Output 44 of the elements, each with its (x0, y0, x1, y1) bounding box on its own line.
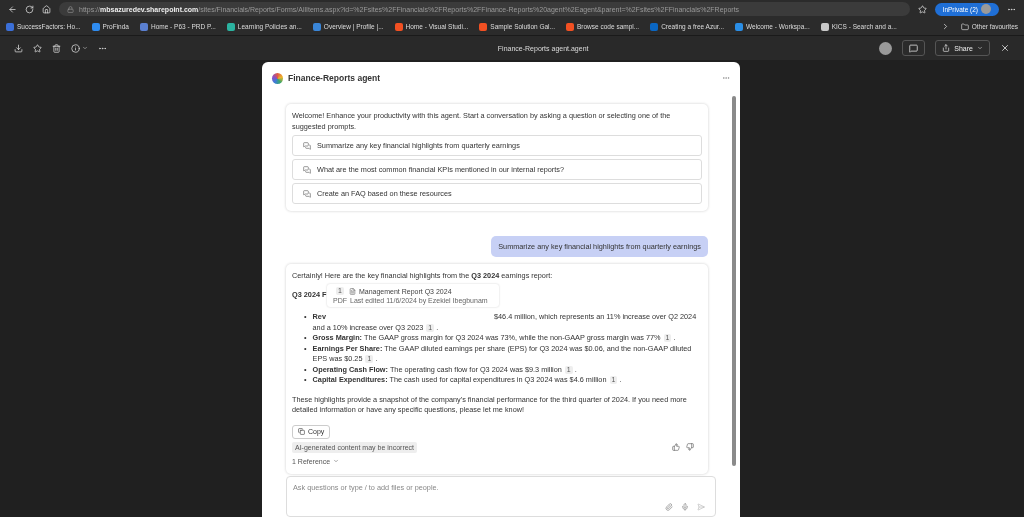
folder-icon (960, 22, 969, 31)
caret-icon (977, 45, 983, 51)
home-icon (42, 4, 51, 14)
comment-button[interactable] (902, 40, 926, 56)
close-icon (1000, 43, 1010, 53)
info-icon (71, 43, 80, 53)
share-icon (942, 44, 951, 52)
trash-icon (52, 43, 61, 53)
thumbs-up-button[interactable] (672, 443, 680, 451)
send-icon (697, 502, 705, 511)
more-icon (722, 74, 730, 82)
favourites-button[interactable] (917, 4, 927, 14)
download-button[interactable] (14, 43, 23, 53)
chat-icon (303, 165, 311, 174)
scrollbar-thumb[interactable] (732, 96, 736, 466)
microphone-icon (681, 502, 689, 511)
chat-icon (303, 141, 311, 150)
avatar-icon (879, 41, 893, 55)
document-icon (348, 287, 356, 295)
refresh-button[interactable] (25, 4, 34, 14)
star-icon (917, 4, 927, 14)
thumbs-down-icon (686, 443, 694, 451)
home-button[interactable] (42, 4, 51, 14)
back-arrow-icon (8, 4, 17, 14)
avatar-icon (981, 4, 991, 14)
info-button[interactable] (71, 43, 88, 53)
chat-icon (303, 189, 311, 198)
lock-icon (67, 5, 74, 13)
download-icon (14, 43, 23, 53)
thumbs-down-button[interactable] (686, 443, 694, 451)
thumbs-up-icon (672, 443, 680, 451)
delete-button[interactable] (52, 43, 61, 53)
close-button[interactable] (1000, 43, 1010, 53)
caret-icon (82, 45, 88, 51)
paperclip-icon (665, 502, 673, 511)
agent-logo-icon (272, 72, 283, 84)
favourite-button[interactable] (33, 43, 42, 53)
star-icon (33, 43, 42, 53)
caret-icon (333, 458, 340, 464)
back-button[interactable] (8, 4, 17, 14)
refresh-icon (25, 4, 34, 14)
comment-icon (909, 43, 919, 53)
agent-title: Finance-Reports agent (288, 73, 382, 83)
copy-icon (298, 428, 305, 435)
